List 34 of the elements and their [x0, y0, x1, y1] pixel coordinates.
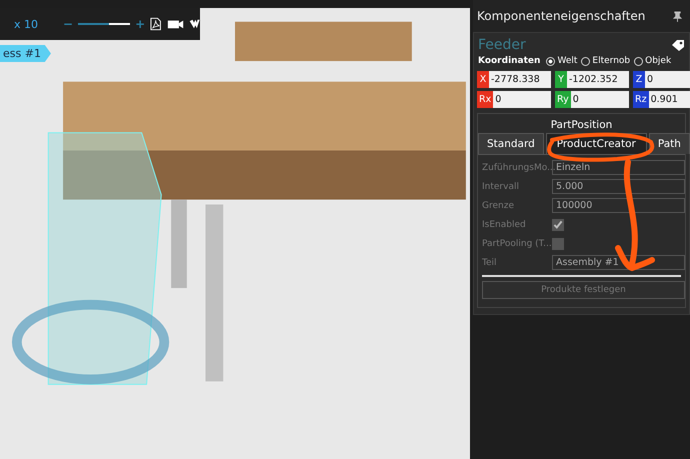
section-header: PartPosition [550, 118, 614, 133]
property-field[interactable]: Einzeln [552, 160, 685, 175]
property-field[interactable]: 5.000 [552, 179, 685, 194]
property-label: Teil [482, 258, 498, 268]
property-label: IsEnabled [482, 220, 527, 230]
coordinate-field[interactable]: Rx 0 [477, 91, 551, 108]
zoom-label: x 10 [14, 18, 38, 30]
coordinate-field[interactable]: Rz 0.901 [633, 91, 690, 108]
component-name: Feeder [478, 37, 526, 53]
coordinate-field[interactable]: Y -1202.352 [555, 71, 629, 88]
coordinate-mode-radio[interactable]: Objek [634, 56, 672, 66]
property-field[interactable]: Assembly #1 [552, 255, 685, 270]
checkbox[interactable] [552, 238, 564, 250]
tab[interactable]: Standard [478, 133, 544, 154]
coordinate-field[interactable]: Z 0 [633, 71, 690, 88]
property-field[interactable]: 100000 [552, 198, 685, 213]
panel-title: Komponenteneigenschaften [477, 9, 646, 23]
coordinate-mode-radio[interactable]: Elternob [581, 56, 630, 66]
object-label: ess #1 [0, 45, 51, 62]
pin-icon[interactable] [673, 10, 682, 22]
coordinate-mode-radio[interactable]: Welt [546, 56, 578, 66]
logo-icon[interactable] [188, 17, 200, 31]
checkbox[interactable] [552, 218, 564, 230]
property-label: Intervall [482, 182, 520, 192]
tab[interactable]: Path [648, 133, 690, 154]
zoom-in-button[interactable]: + [135, 17, 146, 31]
coordinate-field[interactable]: Ry 0 [555, 91, 629, 108]
pdf-icon[interactable] [150, 17, 162, 31]
property-label: PartPooling (T... [482, 238, 552, 248]
tag-icon[interactable] [671, 39, 685, 51]
coordinates-label: Koordinaten [478, 56, 540, 66]
coordinate-field[interactable]: X -2778.338 [477, 71, 551, 88]
property-label: Grenze [482, 200, 515, 210]
zoom-out-button[interactable]: − [63, 17, 74, 31]
